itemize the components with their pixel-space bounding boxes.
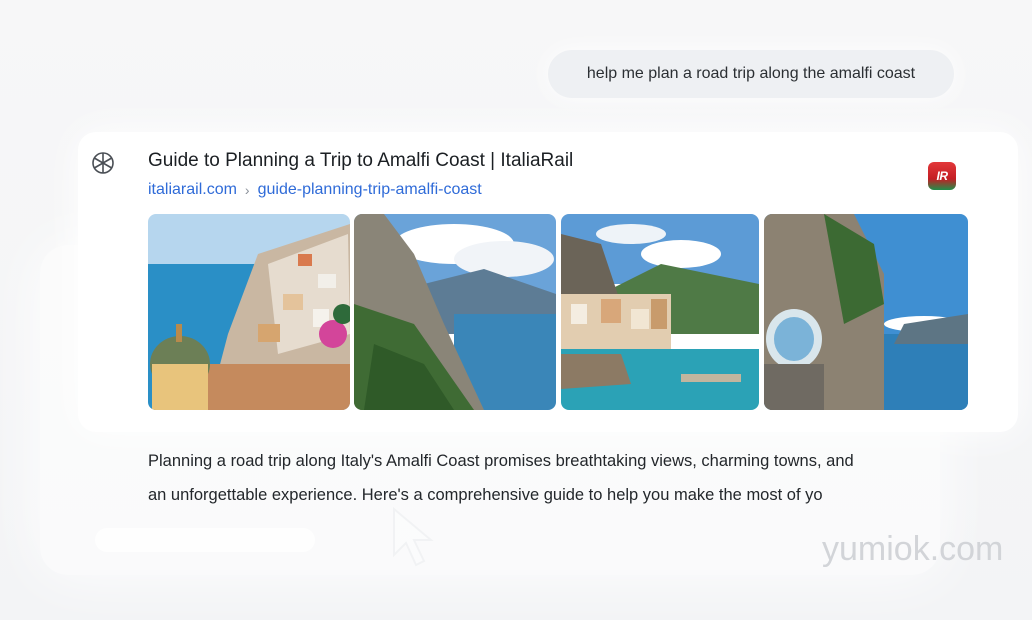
user-message-text: help me plan a road trip along the amalf…	[586, 65, 916, 82]
answer-line-2: an unforgettable experience. Here's a co…	[148, 486, 823, 504]
positano-photo[interactable]	[148, 214, 350, 410]
result-image-gallery	[148, 214, 968, 410]
result-title-link[interactable]: Guide to Planning a Trip to Amalfi Coast…	[148, 150, 573, 172]
chat-stage: help me plan a road trip along the amalf…	[0, 0, 1032, 620]
answer-line-1: Planning a road trip along Italy's Amalf…	[148, 452, 854, 470]
cliff-coast-photo[interactable]	[354, 214, 556, 410]
site-badge-text: IR	[936, 169, 949, 183]
result-url[interactable]: italiarail.com › guide-planning-trip-ama…	[148, 181, 482, 199]
rock-tunnel-photo[interactable]	[764, 214, 968, 410]
chevron-right-icon: ›	[244, 182, 250, 198]
assistant-answer: Planning a road trip along Italy's Amalf…	[148, 444, 968, 512]
watermark-text: yumiok.com	[822, 530, 1004, 568]
harbor-village-photo[interactable]	[561, 214, 759, 410]
openai-logo-icon	[92, 152, 114, 174]
faded-cursor-icon	[393, 506, 434, 567]
italiarail-logo-icon: IR	[928, 162, 956, 190]
faded-background-text	[95, 528, 315, 552]
result-domain[interactable]: italiarail.com	[148, 181, 237, 199]
user-message-bubble: help me plan a road trip along the amalf…	[548, 50, 954, 98]
result-path[interactable]: guide-planning-trip-amalfi-coast	[258, 181, 482, 199]
